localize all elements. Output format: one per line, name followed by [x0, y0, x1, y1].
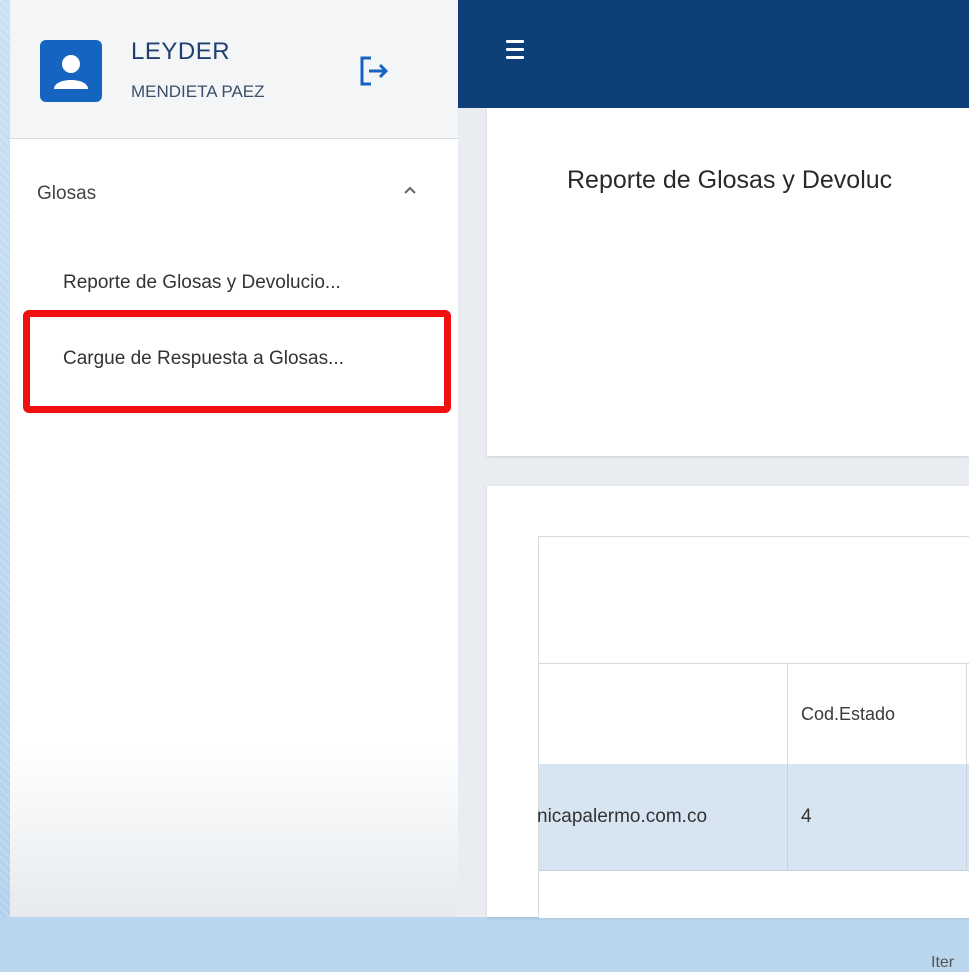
- top-app-bar: [458, 0, 969, 108]
- menu-icon: [506, 40, 532, 59]
- chevron-up-icon: [404, 186, 416, 194]
- sidebar-item-label: Reporte de Glosas y Devolucio...: [63, 272, 341, 293]
- sidebar-item-label: Cargue de Respuesta a Glosas...: [63, 348, 344, 369]
- logout-button[interactable]: [354, 51, 394, 91]
- user-first-name: LEYDER: [131, 38, 231, 65]
- user-last-name: MENDIETA PAEZ: [131, 82, 265, 101]
- page-title: Reporte de Glosas y Devoluc: [567, 166, 893, 194]
- table-cell-email: nicapalermo.com.co: [537, 806, 708, 827]
- column-divider: [787, 764, 788, 870]
- user-icon: [40, 40, 102, 102]
- table-cell-cod-estado: 4: [801, 806, 812, 827]
- table-footer-text: Iter: [931, 954, 955, 971]
- logout-icon: [360, 56, 389, 86]
- title-card: Reporte de Glosas y Devoluc: [487, 108, 969, 456]
- sidebar-item-cargue-respuesta[interactable]: Cargue de Respuesta a Glosas...: [10, 326, 458, 396]
- column-divider: [787, 664, 788, 765]
- nav-group-label: Glosas: [37, 183, 97, 204]
- table-row[interactable]: nicapalermo.com.co 4: [537, 764, 969, 871]
- sidebar-fade: [10, 747, 458, 917]
- column-header-cod-estado[interactable]: Cod.Estado: [801, 704, 895, 725]
- table-card: Cod.Estado nicapalermo.com.co 4 Iter: [487, 486, 969, 971]
- column-divider: [966, 664, 967, 765]
- user-header: LEYDER MENDIETA PAEZ: [10, 0, 458, 139]
- menu-button[interactable]: [506, 40, 532, 64]
- data-table: Cod.Estado nicapalermo.com.co 4 Iter: [537, 536, 969, 971]
- column-divider: [966, 764, 967, 870]
- sidebar: LEYDER MENDIETA PAEZ Glosas Reporte de G…: [10, 0, 458, 917]
- nav-group-glosas[interactable]: Glosas: [10, 150, 458, 236]
- table-header-row: Cod.Estado: [539, 663, 969, 766]
- sidebar-item-reporte-glosas[interactable]: Reporte de Glosas y Devolucio...: [10, 250, 458, 320]
